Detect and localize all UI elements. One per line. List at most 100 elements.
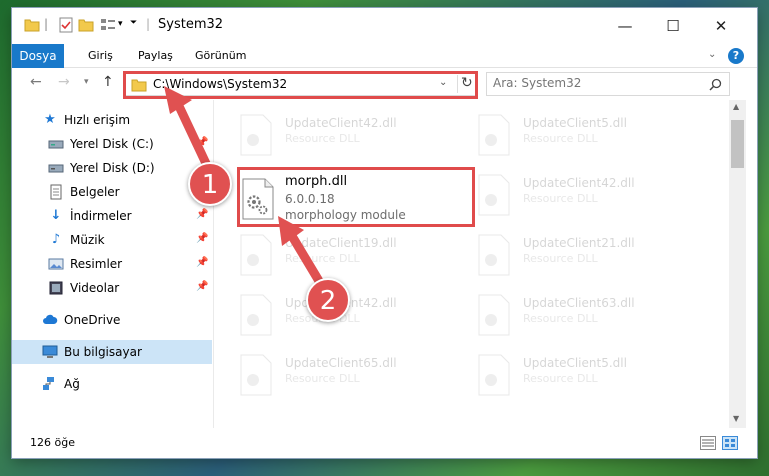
expand-ribbon-icon[interactable]: ⌄ (708, 49, 716, 60)
sidebar-item-label: İndirmeler (70, 209, 132, 223)
list-item[interactable]: UpdateClient5.dll Resource DLL (453, 112, 673, 158)
file-name: UpdateClient63.dll (523, 296, 635, 310)
list-item[interactable]: UpdateClient65.dll Resource DLL (215, 352, 435, 398)
file-type: Resource DLL (285, 132, 360, 145)
pin-icon[interactable]: 📌 (196, 281, 208, 292)
pin-icon[interactable]: 📌 (196, 233, 208, 244)
file-name: UpdateClient42.dll (285, 116, 397, 130)
search-input[interactable] (493, 76, 693, 90)
network-icon (43, 377, 54, 390)
highlight-box-file (237, 167, 475, 227)
sidebar-item-label: Yerel Disk (C:) (70, 137, 154, 151)
chevron-down-icon[interactable]: ▾ (118, 19, 123, 29)
file-name: UpdateClient5.dll (523, 116, 627, 130)
sidebar-item-label: Hızlı erişim (64, 113, 131, 127)
document-icon (50, 184, 62, 200)
sidebar-item-label: Resimler (70, 257, 123, 271)
search-box[interactable] (486, 72, 730, 96)
separator: | (146, 17, 151, 31)
computer-icon (42, 345, 58, 358)
sidebar-item-videos[interactable]: Videolar 📌 (12, 276, 212, 300)
file-name: UpdateClient21.dll (523, 236, 635, 250)
customize-icon[interactable] (100, 17, 116, 33)
dll-file-icon (240, 234, 272, 276)
sidebar-item-network[interactable]: Ağ (12, 372, 212, 396)
large-icons-view-icon[interactable] (722, 436, 738, 450)
sidebar-item-music[interactable]: ♪ Müzik 📌 (12, 228, 212, 252)
vertical-scrollbar[interactable]: ▲ ▼ (729, 100, 746, 428)
properties-icon[interactable] (58, 17, 74, 33)
file-list: UpdateClient42.dll Resource DLL UpdateCl… (215, 100, 729, 428)
file-name: UpdateClient65.dll (285, 356, 397, 370)
file-type: Resource DLL (523, 252, 598, 265)
pin-icon[interactable]: 📌 (196, 137, 208, 148)
tab-view[interactable]: Görünüm (195, 44, 246, 68)
file-name: UpdateClient42.dll (523, 176, 635, 190)
scrollbar-thumb[interactable] (731, 120, 744, 168)
explorer-window: | ▾ ⏷ | System32 — ☐ ✕ Dosya Giriş Payla… (12, 8, 757, 458)
tab-share[interactable]: Paylaş (138, 44, 173, 68)
file-name: UpdateClient5.dll (523, 356, 627, 370)
sidebar-item-documents[interactable]: Belgeler (12, 180, 212, 204)
folder-icon (24, 19, 40, 32)
help-button[interactable]: ? (728, 48, 744, 64)
sidebar-item-pictures[interactable]: Resimler 📌 (12, 252, 212, 276)
tab-home[interactable]: Giriş (88, 44, 113, 68)
new-folder-icon[interactable] (78, 17, 94, 33)
sidebar-item-local-disk-d[interactable]: Yerel Disk (D:) (12, 156, 212, 180)
close-button[interactable]: ✕ (710, 16, 732, 38)
navigation-pane: ★ Hızlı erişim Yerel Disk (C:) 📌 Yerel D… (12, 100, 214, 428)
sidebar-item-onedrive[interactable]: OneDrive (12, 308, 212, 332)
dll-file-icon (240, 294, 272, 336)
separator: | (44, 17, 49, 31)
maximize-button[interactable]: ☐ (662, 16, 684, 38)
dll-file-icon (240, 114, 272, 156)
drive-icon (48, 164, 64, 173)
sidebar-item-label: Ağ (64, 377, 80, 391)
pictures-icon (48, 258, 64, 270)
scroll-down-arrow-icon[interactable]: ▼ (733, 414, 739, 423)
scroll-up-arrow-icon[interactable]: ▲ (733, 102, 739, 111)
file-type: Resource DLL (285, 252, 360, 265)
file-type: Resource DLL (523, 312, 598, 325)
sidebar-item-label: Yerel Disk (D:) (70, 161, 155, 175)
forward-arrow-icon[interactable]: → (58, 74, 70, 90)
recent-locations-icon[interactable]: ▾ (84, 77, 89, 87)
item-count: 126 öğe (30, 436, 75, 449)
ribbon: Dosya Giriş Paylaş Görünüm ⌄ ? (12, 44, 757, 68)
pin-icon[interactable]: 📌 (196, 209, 208, 220)
search-icon[interactable] (709, 78, 722, 91)
music-icon: ♪ (51, 232, 61, 247)
list-item[interactable]: UpdateClient5.dll Resource DLL (453, 352, 673, 398)
minimize-button[interactable]: — (614, 16, 636, 38)
sidebar-item-label: Videolar (70, 281, 120, 295)
list-item[interactable]: UpdateClient19.dll Resource DLL (215, 232, 435, 278)
file-type: Resource DLL (523, 132, 598, 145)
dll-file-icon (478, 354, 510, 396)
pin-icon[interactable]: 📌 (196, 257, 208, 268)
tab-file[interactable]: Dosya (12, 44, 64, 68)
sidebar-item-quick-access[interactable]: ★ Hızlı erişim (12, 108, 212, 132)
list-item[interactable]: UpdateClient21.dll Resource DLL (453, 232, 673, 278)
drive-icon (48, 140, 64, 149)
star-icon: ★ (44, 112, 56, 127)
list-item[interactable]: UpdateClient63.dll Resource DLL (453, 292, 673, 338)
dll-file-icon (478, 114, 510, 156)
details-view-icon[interactable] (700, 436, 716, 450)
sidebar-item-this-pc[interactable]: Bu bilgisayar (12, 340, 212, 364)
back-arrow-icon[interactable]: ← (30, 74, 42, 90)
up-arrow-icon[interactable]: ↑ (102, 74, 114, 90)
dll-file-icon (478, 174, 510, 216)
file-type: Resource DLL (285, 372, 360, 385)
dll-file-icon (478, 294, 510, 336)
sidebar-item-label: Belgeler (70, 185, 120, 199)
video-icon (49, 281, 63, 295)
sidebar-item-label: OneDrive (64, 313, 121, 327)
sidebar-item-downloads[interactable]: ↓ İndirmeler 📌 (12, 204, 212, 228)
list-item[interactable]: UpdateClient42.dll Resource DLL (453, 172, 673, 218)
quick-access-dropdown-icon[interactable]: ⏷ (130, 18, 137, 28)
list-item[interactable]: UpdateClient42.dll Resource DLL (215, 112, 435, 158)
sidebar-item-local-disk-c[interactable]: Yerel Disk (C:) 📌 (12, 132, 212, 156)
sidebar-item-label: Bu bilgisayar (64, 345, 142, 359)
cloud-icon (43, 314, 58, 324)
